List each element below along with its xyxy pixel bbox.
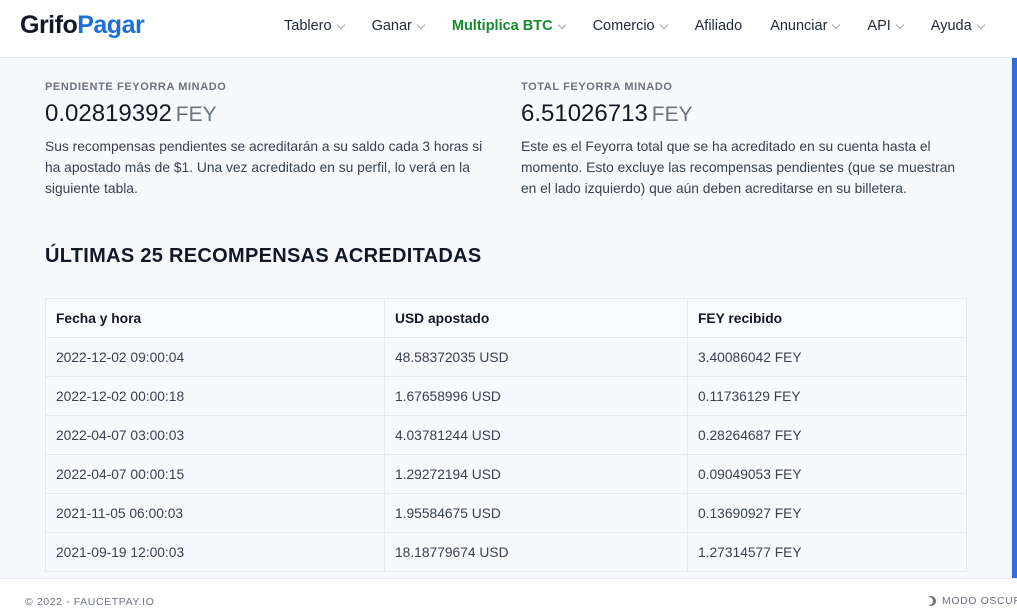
moon-icon	[926, 596, 936, 606]
nav-item-label: Multiplica BTC	[451, 18, 553, 34]
cell-usd: 4.03781244 USD	[384, 415, 688, 455]
cell-fey: 0.28264687 FEY	[687, 415, 967, 455]
table-row: 2021-09-19 12:00:03 18.18779674 USD 1.2731…	[45, 532, 967, 572]
dark-mode-toggle[interactable]: MODO OSCURO	[926, 595, 1017, 607]
table-header-row: Fecha y hora USD apostado FEY recibido	[45, 298, 967, 338]
pending-label: PENDIENTE FEYORRA MINADO	[45, 81, 227, 93]
pending-mined-panel: PENDIENTE FEYORRA MINADO 0.02819392 FEY S…	[45, 81, 491, 199]
cell-usd: 1.29272194 USD	[384, 454, 688, 494]
nav-item-label: Anunciar	[770, 18, 828, 34]
nav-item-tablero[interactable]: Tablero	[284, 18, 345, 34]
pending-description: Sus recompensas pendientes se acreditará…	[45, 139, 483, 196]
cell-date: 2022-12-02 09:00:04	[45, 337, 385, 377]
total-mined-panel: TOTAL FEYORRA MINADO 6.51026713 FEY Este …	[521, 81, 967, 199]
table-row: 2021-11-05 06:00:03 1.95584675 USD 0.13690…	[45, 493, 967, 533]
nav-item-ganar[interactable]: Ganar	[371, 18, 426, 34]
nav-item-api[interactable]: API	[867, 18, 905, 34]
header-fey: FEY recibido	[687, 298, 967, 338]
cell-date: 2022-12-02 00:00:18	[45, 376, 385, 416]
cell-date: 2021-09-19 12:00:03	[45, 532, 385, 572]
top-navigation-bar: GrifoPagar Tablero Ganar Multiplica BTC Com…	[0, 0, 1017, 58]
rewards-section-title: ÚLTIMAS 25 RECOMPENSAS ACREDITADAS	[45, 245, 482, 267]
brand-logo[interactable]: GrifoPagar	[20, 11, 145, 40]
cell-fey: 1.27314577 FEY	[687, 532, 967, 572]
nav-item-multiplica-btc[interactable]: Multiplica BTC	[451, 18, 566, 34]
cell-fey: 0.09049053 FEY	[687, 454, 967, 494]
main-menu: Tablero Ganar Multiplica BTC Comercio Afilia…	[284, 18, 1012, 34]
nav-item-label: Afiliado	[694, 18, 743, 34]
nav-item-comercio[interactable]: Comercio	[592, 18, 668, 34]
header-date: Fecha y hora	[45, 298, 385, 338]
dark-mode-label: MODO OSCURO	[942, 595, 1017, 607]
header-usd: USD apostado	[384, 298, 688, 338]
chevron-down-icon	[659, 20, 668, 29]
cell-fey: 0.13690927 FEY	[687, 493, 967, 533]
scrollbar-thumb[interactable]	[1012, 58, 1017, 578]
chevron-down-icon	[832, 20, 841, 29]
chevron-down-icon	[976, 20, 985, 29]
pending-amount: 0.02819392 FEY	[45, 100, 491, 128]
brand-logo-part1: Grifo	[20, 11, 78, 39]
brand-logo-part2: Pagar	[77, 11, 145, 39]
nav-item-anunciar[interactable]: Anunciar	[770, 18, 841, 34]
cell-usd: 1.67658996 USD	[384, 376, 688, 416]
nav-item-label: API	[867, 18, 891, 34]
total-amount: 6.51026713 FEY	[521, 100, 967, 128]
footer: © 2022 - FAUCETPAY.IO MODO OSCURO	[0, 578, 1017, 616]
table-row: 2022-12-02 09:00:04 48.58372035 USD 3.4008…	[45, 337, 967, 377]
main-content: PENDIENTE FEYORRA MINADO 0.02819392 FEY S…	[45, 58, 967, 572]
nav-item-ayuda[interactable]: Ayuda	[930, 18, 985, 34]
nav-item-label: Ayuda	[930, 18, 972, 34]
cell-usd: 48.58372035 USD	[384, 337, 688, 377]
cell-usd: 18.18779674 USD	[384, 532, 688, 572]
cell-fey: 0.11736129 FEY	[687, 376, 967, 416]
footer-copyright: © 2022 - FAUCETPAY.IO	[25, 596, 155, 608]
table-row: 2022-04-07 00:00:15 1.29272194 USD 0.09049…	[45, 454, 967, 494]
nav-item-label: Comercio	[592, 18, 655, 34]
total-label: TOTAL FEYORRA MINADO	[521, 81, 673, 93]
cell-fey: 3.40086042 FEY	[687, 337, 967, 377]
total-description: Este es el Feyorra total que se ha acred…	[521, 139, 956, 196]
chevron-down-icon	[416, 20, 426, 29]
nav-item-afiliado[interactable]: Afiliado	[695, 18, 743, 34]
rewards-table: Fecha y hora USD apostado FEY recibido 2…	[45, 298, 967, 572]
chevron-down-icon	[895, 20, 905, 29]
chevron-down-icon	[336, 20, 345, 29]
pending-amount-value: 0.02819392	[45, 100, 172, 127]
cell-usd: 1.95584675 USD	[384, 493, 688, 533]
nav-item-label: Ganar	[371, 18, 412, 34]
cell-date: 2022-04-07 03:00:03	[45, 415, 385, 455]
nav-item-label: Tablero	[284, 18, 332, 34]
cell-date: 2022-04-07 00:00:15	[45, 454, 385, 494]
chevron-down-icon	[557, 20, 566, 29]
total-amount-value: 6.51026713	[521, 100, 648, 127]
cell-date: 2021-11-05 06:00:03	[45, 493, 385, 533]
pending-amount-unit: FEY	[175, 103, 217, 126]
table-row: 2022-04-07 03:00:03 4.03781244 USD 0.28264…	[45, 415, 967, 455]
total-amount-unit: FEY	[651, 103, 693, 126]
table-row: 2022-12-02 00:00:18 1.67658996 USD 0.11736…	[45, 376, 967, 416]
